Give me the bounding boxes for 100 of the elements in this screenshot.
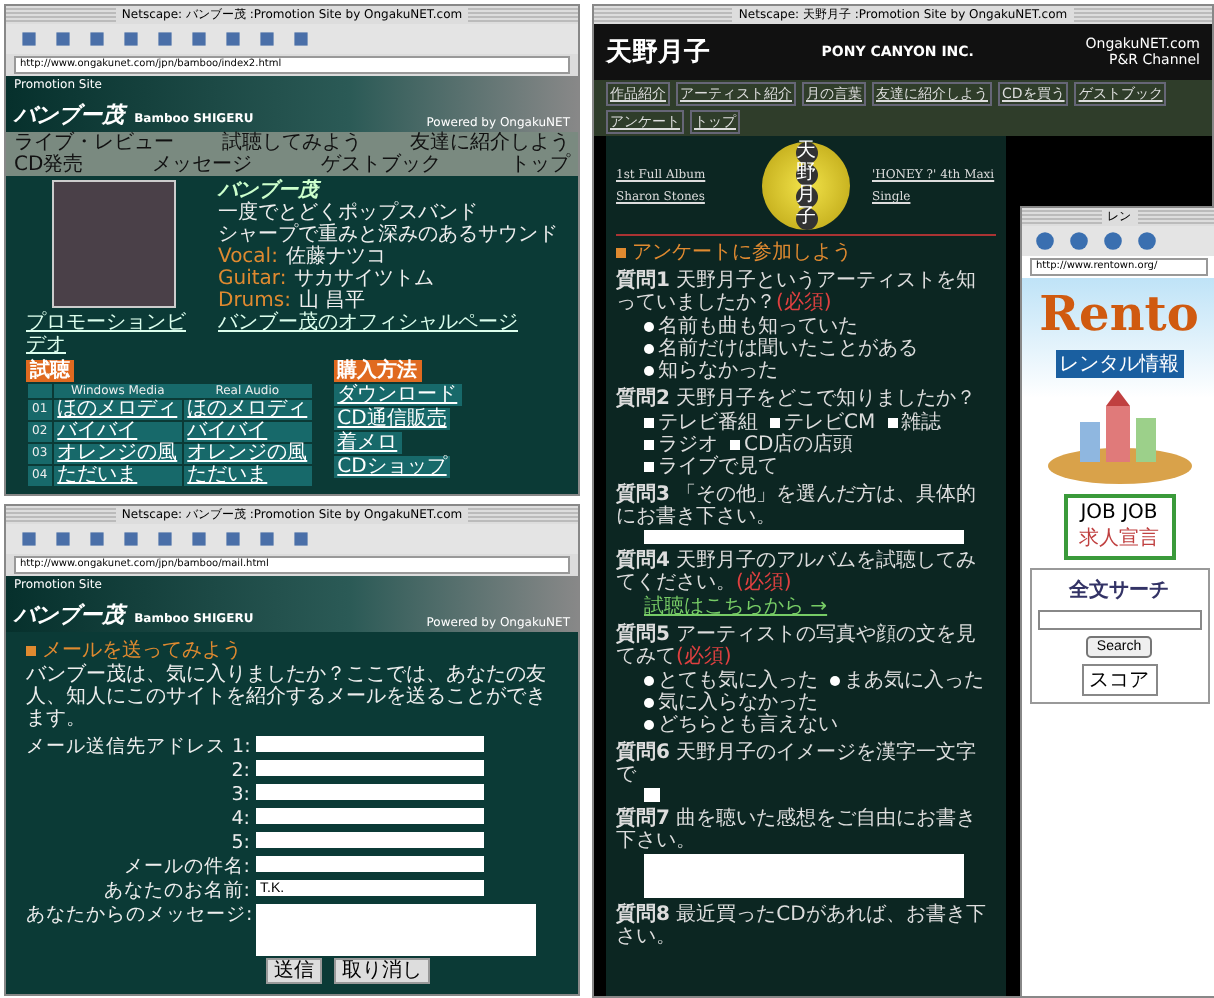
checkbox-option[interactable]: 雑誌 — [887, 412, 942, 434]
video-link[interactable]: プロモーションビデオ — [26, 312, 202, 356]
toolbar-icon[interactable] — [256, 28, 278, 50]
radio-option[interactable]: 知らなかった — [644, 360, 778, 382]
question-text: 質問2 天野月子をどこで知りましたか？ — [616, 388, 979, 410]
toolbar-icon[interactable] — [1034, 230, 1056, 252]
field-label: メールの件名: — [121, 856, 250, 878]
input-field[interactable] — [256, 832, 484, 848]
site-logo: バンブー茂 — [14, 602, 124, 628]
nav-link[interactable]: 試聴してみよう — [222, 132, 362, 154]
bullet-icon — [26, 646, 36, 656]
toolbar-icon[interactable] — [222, 528, 244, 550]
job-banner[interactable]: JOB JOB 求人宣言 — [1063, 494, 1175, 560]
sort-dropdown[interactable]: スコア — [1081, 664, 1157, 696]
trial-link[interactable]: 試聴はこちらから → — [644, 596, 828, 618]
checkbox-option[interactable]: ライブで見て — [644, 456, 778, 478]
toolbar-icon[interactable] — [120, 528, 142, 550]
field-label: 4: — [229, 808, 250, 830]
input-field[interactable] — [256, 808, 484, 824]
nav-link[interactable]: トップ — [510, 154, 570, 176]
emblem-character: 子 — [795, 208, 817, 230]
section-heading: 購入方法 — [333, 360, 422, 382]
form-button[interactable]: 送信 — [266, 958, 322, 984]
toolbar-icon[interactable] — [290, 528, 312, 550]
toolbar-icon[interactable] — [154, 28, 176, 50]
field-label: 5: — [229, 832, 250, 854]
search-field[interactable] — [1037, 610, 1201, 630]
checkbox-option[interactable]: CD店の店頭 — [730, 434, 854, 456]
toolbar-icon[interactable] — [256, 528, 278, 550]
radio-option[interactable]: 名前も曲も知っていた — [644, 316, 858, 338]
input-field[interactable] — [256, 760, 484, 776]
purchase-link[interactable]: ダウンロード — [333, 384, 462, 406]
photo-placeholder — [52, 180, 176, 308]
toolbar-icon[interactable] — [120, 28, 142, 50]
nav-link[interactable]: 友達に紹介しよう — [410, 132, 570, 154]
question-text: 質問7 曲を聴いた感想をご自由にお書き下さい。 — [616, 808, 979, 852]
radio-option[interactable]: とても気に入った — [644, 670, 818, 692]
search-heading: 全文サーチ — [1069, 577, 1169, 604]
question-text: 質問4 天野月子のアルバムを試聴してみてください。(必須) — [616, 550, 979, 594]
purchase-link[interactable]: 着メロ — [333, 432, 402, 454]
emblem-character: 野 — [795, 164, 817, 186]
toolbar-icon[interactable] — [188, 28, 210, 50]
emblem-character: 月 — [795, 186, 817, 208]
question-text: 質問5 アーティストの写真や顔の文を見てみて(必須) — [616, 624, 979, 668]
radio-option[interactable]: 気に入らなかった — [644, 692, 818, 714]
toolbar-icon[interactable] — [18, 528, 40, 550]
description-line: 一度でとどくポップスバンド — [218, 202, 480, 224]
site-logo: 天野月子 — [606, 36, 710, 70]
question-text: 質問8 最近買ったCDがあれば、お書き下さい。 — [616, 904, 988, 948]
toolbar-icon[interactable] — [18, 28, 40, 50]
field-label: 3: — [229, 784, 250, 806]
toolbar-icon[interactable] — [222, 28, 244, 50]
question-text: 質問3 「その他」を選んだ方は、具体的にお書き下さい。 — [616, 484, 979, 528]
member-role: Vocal: — [218, 246, 278, 268]
site-logo: Rento — [1039, 284, 1199, 342]
field-label: あなたのお名前: — [101, 880, 250, 902]
toolbar-icon[interactable] — [52, 528, 74, 550]
checkbox-option[interactable]: ラジオ — [644, 434, 718, 456]
nav-link[interactable]: ライブ・レビュー — [14, 132, 174, 154]
purchase-link[interactable]: CD通信販売 — [333, 408, 451, 430]
input-field[interactable] — [256, 784, 484, 800]
radio-option[interactable]: どちらとも言えない — [644, 714, 838, 736]
member-role: Guitar: — [218, 268, 287, 290]
nav-link[interactable]: メッセージ — [152, 154, 253, 176]
answer-field[interactable] — [644, 788, 660, 802]
checkbox-option[interactable]: テレビCM — [770, 412, 876, 434]
nav-link[interactable]: CD発売 — [14, 154, 84, 176]
toolbar-icon[interactable] — [154, 528, 176, 550]
band-logo: バンブー茂 — [218, 180, 323, 202]
banner-title: JOB JOB — [1080, 502, 1158, 524]
toolbar-icon[interactable] — [1136, 230, 1158, 252]
input-field[interactable] — [256, 856, 484, 872]
radio-option[interactable]: まあ気に入った — [830, 670, 984, 692]
site-logo: バンブー茂 — [14, 102, 124, 128]
radio-option[interactable]: 名前だけは聞いたことがある — [644, 338, 918, 360]
field-label: メール送信先アドレス 1: — [26, 736, 250, 758]
member-role: Drums: — [218, 290, 291, 312]
question-text: 質問1 天野月子というアーティストを知っていましたか？(必須) — [616, 270, 979, 314]
banner-subtitle: 求人宣言 — [1079, 525, 1159, 552]
toolbar-icon[interactable] — [1068, 230, 1090, 252]
official-link[interactable]: バンブー茂のオフィシャルページ — [218, 312, 558, 334]
bullet-icon — [616, 248, 626, 258]
tagline: レンタル情報 — [1055, 350, 1183, 378]
toolbar-icon[interactable] — [290, 28, 312, 50]
toolbar-icon[interactable] — [1102, 230, 1124, 252]
question-text: 質問6 天野月子のイメージを漢字一文字で — [616, 742, 979, 786]
member-name: 山 昌平 — [298, 290, 366, 312]
input-field[interactable] — [256, 736, 484, 752]
form-button[interactable]: 取り消し — [334, 958, 430, 984]
toolbar-icon[interactable] — [188, 528, 210, 550]
toolbar-icon[interactable] — [86, 528, 108, 550]
section-heading: メールを送ってみよう — [42, 640, 242, 662]
section-heading: 試聴 — [26, 360, 74, 382]
checkbox-option[interactable]: テレビ番組 — [644, 412, 758, 434]
toolbar-icon[interactable] — [86, 28, 108, 50]
field-label: 2: — [229, 760, 250, 782]
purchase-link[interactable]: CDショップ — [333, 456, 451, 478]
toolbar-icon[interactable] — [52, 28, 74, 50]
answer-field[interactable] — [644, 530, 964, 544]
nav-link[interactable]: ゲストブック — [321, 154, 442, 176]
